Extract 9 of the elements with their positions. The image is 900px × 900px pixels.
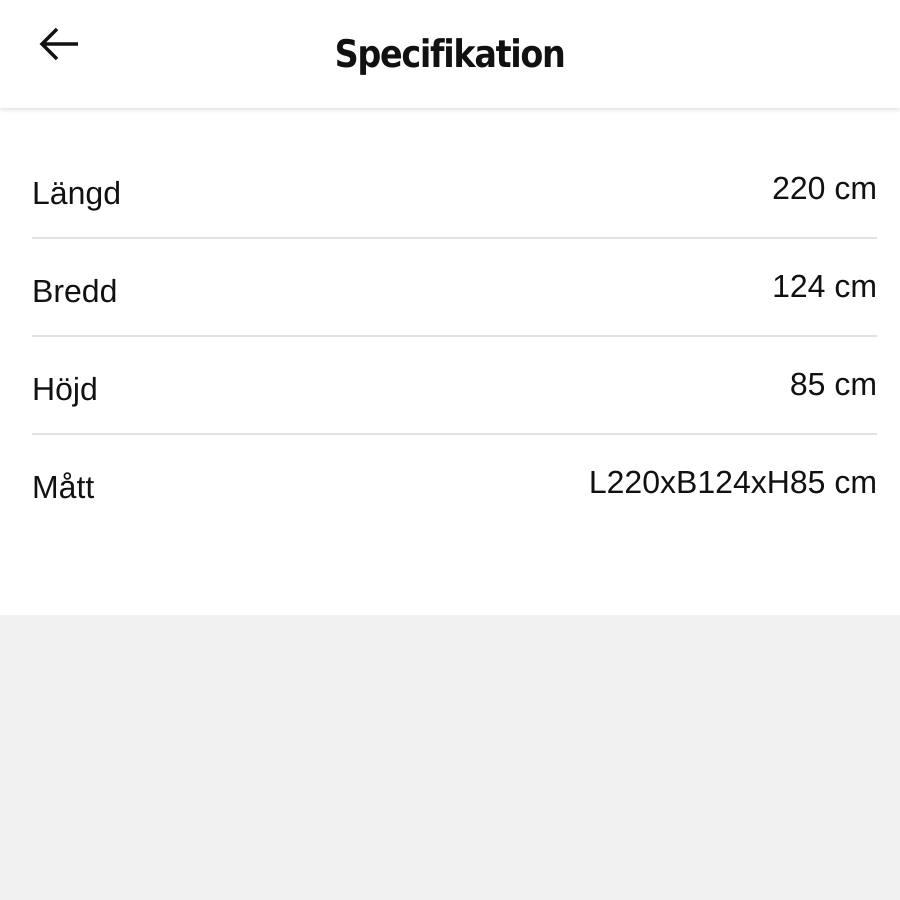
spec-label: Längd (32, 174, 121, 212)
spec-value: L220xB124xH85 cm (588, 464, 877, 502)
spec-label: Höjd (32, 370, 98, 408)
spec-value: 85 cm (790, 366, 877, 404)
spec-label: Mått (32, 468, 94, 506)
spec-label: Bredd (32, 272, 118, 310)
spec-value: 124 cm (772, 268, 877, 306)
spec-value: 220 cm (772, 170, 877, 208)
page-title: Specifikation (335, 32, 565, 76)
